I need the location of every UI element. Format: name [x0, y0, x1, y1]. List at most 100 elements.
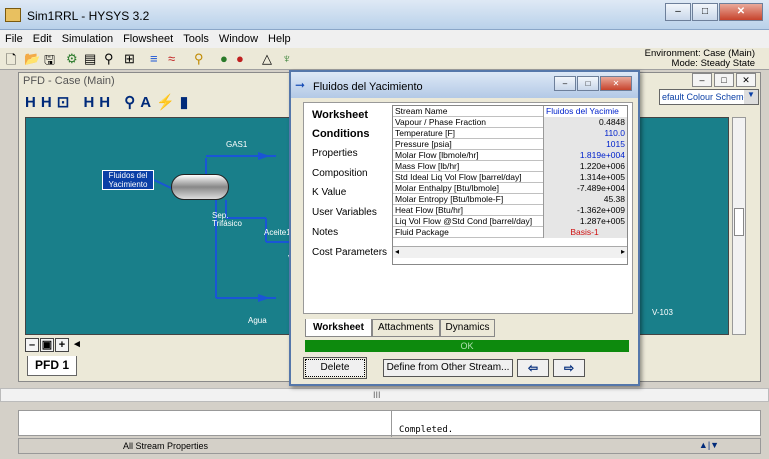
- pfd-text-icon[interactable]: A: [140, 94, 156, 111]
- menu-simulation[interactable]: Simulation: [57, 30, 118, 48]
- stream-label-gas1[interactable]: GAS1: [226, 140, 247, 149]
- fluid-package-icon[interactable]: ▤: [84, 51, 96, 67]
- scroll-thumb[interactable]: [734, 208, 744, 236]
- menu-help[interactable]: Help: [263, 30, 296, 48]
- property-value[interactable]: -7.489e+004: [543, 183, 627, 194]
- message-panel: Completed.: [18, 410, 761, 437]
- pfd-attach-icon[interactable]: H: [41, 94, 57, 111]
- separator-label[interactable]: Sep. Trifásico: [212, 212, 252, 228]
- dialog-body: Worksheet Conditions Properties Composit…: [303, 102, 633, 314]
- pfd-maximize-button[interactable]: □: [714, 73, 734, 87]
- save-icon[interactable]: 🖫: [44, 51, 55, 73]
- feed-stream-label: Fluidos del Yacimiento: [108, 171, 148, 189]
- message-text: Completed.: [399, 425, 454, 435]
- colour-scheme-dropdown[interactable]: efault Colour Scheme ▼: [659, 89, 759, 105]
- zoom-in-button[interactable]: +: [55, 338, 69, 352]
- scroll-left-icon[interactable]: ◂: [395, 247, 399, 256]
- solver-hold-icon[interactable]: ●: [236, 51, 244, 66]
- scroll-left-button[interactable]: ◂: [70, 338, 84, 352]
- stream-name-input[interactable]: Fluidos del Yacimie: [543, 106, 627, 117]
- pfd-icon[interactable]: ≡: [150, 51, 158, 66]
- tab-pfd1[interactable]: PFD 1: [27, 356, 77, 376]
- dynamics-icon[interactable]: ♆: [282, 51, 292, 66]
- grid-horizontal-scrollbar[interactable]: ◂ ▸: [393, 246, 627, 258]
- nav-item-notes[interactable]: Notes: [312, 227, 338, 238]
- minimize-button[interactable]: –: [665, 3, 691, 21]
- nav-item-user-variables[interactable]: User Variables: [312, 207, 377, 218]
- scroll-grip[interactable]: III: [373, 390, 381, 400]
- valve-label-v103[interactable]: V-103: [652, 308, 673, 317]
- maximize-button[interactable]: □: [692, 3, 718, 21]
- tab-attachments[interactable]: Attachments: [371, 319, 440, 337]
- property-value[interactable]: 110.0: [543, 128, 627, 139]
- pfd-route-icon[interactable]: H: [99, 94, 115, 111]
- nav-item-conditions[interactable]: Conditions: [312, 128, 369, 140]
- solver-active-icon[interactable]: ●: [220, 51, 228, 66]
- nav-item-k-value[interactable]: K Value: [312, 187, 346, 198]
- dialog-close-button[interactable]: ✕: [600, 76, 632, 91]
- nav-item-composition[interactable]: Composition: [312, 168, 368, 179]
- previous-stream-button[interactable]: ⇦: [517, 359, 549, 377]
- nav-item-cost-parameters[interactable]: Cost Parameters: [312, 247, 387, 258]
- table-row: Fluid Package Basis-1: [393, 227, 627, 238]
- property-name: Heat Flow [Btu/hr]: [395, 205, 464, 215]
- define-from-other-stream-button[interactable]: Define from Other Stream...: [383, 359, 513, 377]
- main-horizontal-scrollbar[interactable]: III: [0, 388, 769, 402]
- pfd-select-icon[interactable]: H: [25, 94, 41, 111]
- menu-file[interactable]: File: [0, 30, 28, 48]
- status-arrows-icon[interactable]: ▲|▼: [689, 440, 729, 453]
- stream-label-agua[interactable]: Agua: [248, 316, 267, 325]
- pfd-close-button[interactable]: ✕: [736, 73, 756, 87]
- zoom-out-button[interactable]: –: [25, 338, 39, 352]
- property-value[interactable]: 1.287e+005: [543, 216, 627, 227]
- find-icon[interactable]: ⚲: [104, 51, 114, 67]
- property-value[interactable]: 1.819e+004: [543, 150, 627, 161]
- new-file-icon[interactable]: 🗋: [6, 51, 16, 73]
- pfd-palette-icon[interactable]: ▮: [180, 94, 193, 111]
- pfd-break-icon[interactable]: H: [83, 94, 99, 111]
- property-value[interactable]: -1.362e+009: [543, 205, 627, 216]
- scroll-right-icon[interactable]: ▸: [621, 247, 625, 256]
- property-value[interactable]: 1.314e+005: [543, 172, 627, 183]
- table-row: Liq Vol Flow @Std Cond [barrel/day] 1.287…: [393, 216, 627, 227]
- dialog-tabs: Worksheet Attachments Dynamics: [305, 319, 496, 337]
- steady-state-icon[interactable]: △: [262, 51, 272, 67]
- property-value[interactable]: Basis-1: [543, 227, 627, 238]
- menu-edit[interactable]: Edit: [28, 30, 57, 48]
- app-titlebar: Sim1RRL - HYSYS 3.2 – □ ✕: [0, 0, 769, 30]
- delete-button[interactable]: Delete: [303, 357, 367, 379]
- pfd-vertical-scrollbar[interactable]: [732, 117, 746, 335]
- chevron-down-icon[interactable]: ▼: [744, 90, 758, 104]
- solver-icon[interactable]: ⚲: [194, 51, 204, 67]
- feed-stream-block[interactable]: Fluidos del Yacimiento: [102, 170, 154, 190]
- component-list-icon[interactable]: ⚙: [66, 51, 78, 67]
- property-value[interactable]: 45.38: [543, 194, 627, 205]
- tab-dynamics[interactable]: Dynamics: [439, 319, 496, 337]
- workbook-icon[interactable]: ≈: [168, 51, 175, 66]
- tab-worksheet[interactable]: Worksheet: [305, 319, 372, 337]
- flowsheet-icon[interactable]: ⊞: [124, 51, 135, 67]
- open-folder-icon[interactable]: 📂: [24, 51, 40, 67]
- dialog-maximize-button[interactable]: □: [577, 76, 599, 91]
- menu-flowsheet[interactable]: Flowsheet: [118, 30, 178, 48]
- stream-label-aceite1[interactable]: Aceite1: [264, 228, 291, 237]
- close-button[interactable]: ✕: [719, 3, 763, 21]
- property-value[interactable]: 1.220e+006: [543, 161, 627, 172]
- pfd-color-icon[interactable]: ⚡: [156, 94, 180, 111]
- property-value[interactable]: 0.4848: [543, 117, 627, 128]
- pfd-size-icon[interactable]: ⊡: [57, 94, 75, 111]
- pfd-zoom-icon[interactable]: ⚲: [124, 94, 140, 111]
- stream-name-label: Stream Name: [395, 106, 448, 116]
- dialog-minimize-button[interactable]: –: [554, 76, 576, 91]
- menu-tools[interactable]: Tools: [178, 30, 214, 48]
- pfd-minimize-button[interactable]: –: [692, 73, 712, 87]
- conditions-grid: Stream Name Fluidos del Yacimie Vapour /…: [392, 105, 628, 265]
- zoom-fit-button[interactable]: ▣: [40, 338, 54, 352]
- next-stream-button[interactable]: ⇨: [553, 359, 585, 377]
- menu-window[interactable]: Window: [214, 30, 263, 48]
- stream-property-dialog: ➞ Fluidos del Yacimiento – □ ✕ Worksheet…: [289, 70, 640, 386]
- three-phase-separator[interactable]: [171, 174, 229, 200]
- nav-item-properties[interactable]: Properties: [312, 148, 358, 159]
- dialog-titlebar: ➞ Fluidos del Yacimiento – □ ✕: [291, 72, 638, 98]
- property-value[interactable]: 1015: [543, 139, 627, 150]
